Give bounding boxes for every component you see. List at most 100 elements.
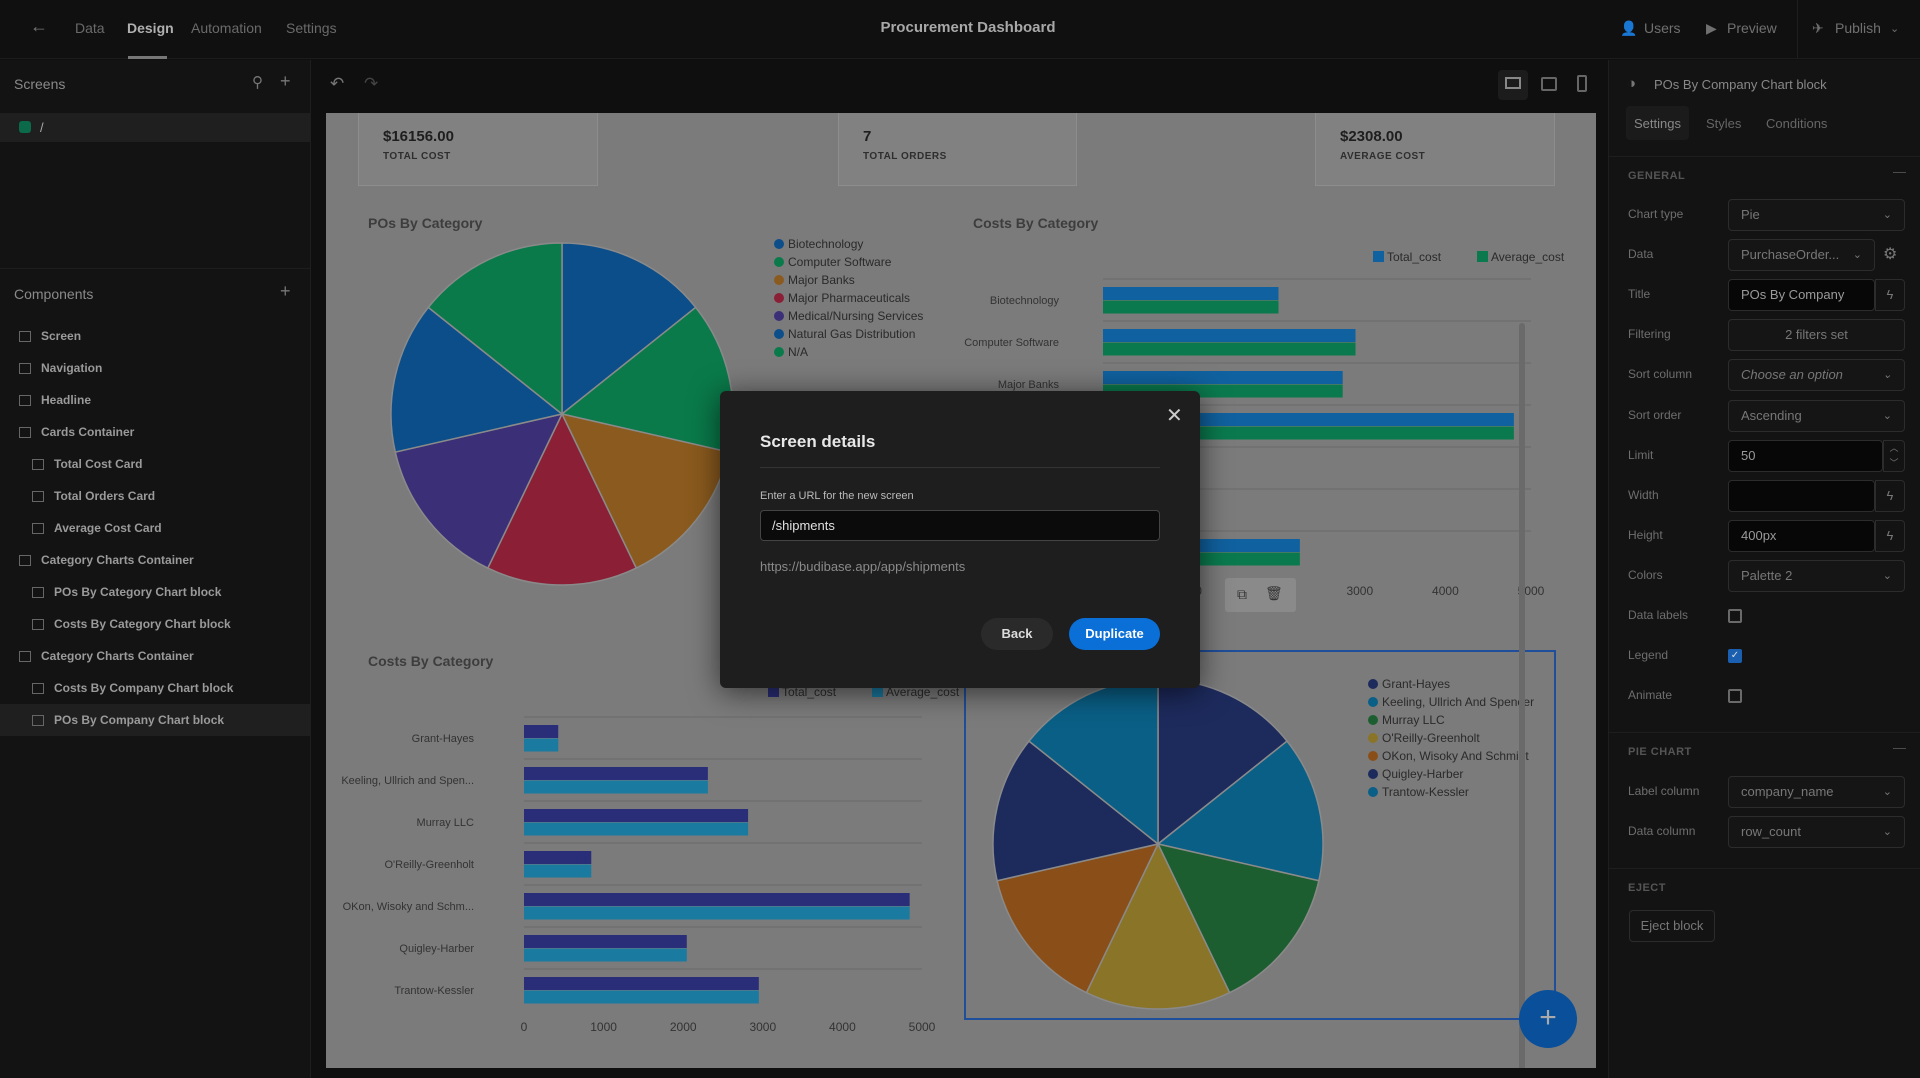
width-input[interactable] bbox=[1728, 479, 1875, 512]
back-button[interactable]: Back bbox=[981, 618, 1053, 650]
bar[interactable] bbox=[524, 767, 708, 780]
publish-button[interactable]: Publish bbox=[1835, 20, 1881, 36]
tab-styles[interactable]: Styles bbox=[1706, 116, 1741, 131]
bar[interactable] bbox=[524, 809, 749, 822]
stepper-down-icon[interactable]: ﹀ bbox=[1889, 458, 1898, 468]
close-icon[interactable]: ✕ bbox=[1166, 403, 1183, 428]
collapse-icon[interactable]: — bbox=[1893, 740, 1906, 755]
chevron-down-icon: ⌄ bbox=[1852, 249, 1862, 262]
component-item[interactable]: Screen bbox=[0, 320, 310, 352]
tablet-icon[interactable] bbox=[1541, 77, 1557, 91]
component-item[interactable]: Costs By Category Chart block bbox=[0, 608, 310, 640]
bar[interactable] bbox=[1103, 300, 1279, 314]
binding-lightning-icon[interactable]: ϟ bbox=[1875, 479, 1905, 512]
sort-column-select[interactable]: Choose an option ⌄ bbox=[1728, 359, 1905, 392]
stepper-up-icon[interactable]: ︿ bbox=[1889, 443, 1898, 453]
trash-icon[interactable]: 🗑 bbox=[1265, 585, 1283, 602]
filtering-button[interactable]: 2 filters set bbox=[1728, 319, 1905, 352]
data-label: Data bbox=[1628, 247, 1654, 262]
duplicate-icon[interactable]: ⧉ bbox=[1237, 586, 1247, 603]
component-item[interactable]: Costs By Company Chart block bbox=[0, 672, 310, 704]
component-item[interactable]: Category Charts Container bbox=[0, 640, 310, 672]
binding-lightning-icon[interactable]: ϟ bbox=[1875, 519, 1905, 552]
bar[interactable] bbox=[1103, 342, 1356, 356]
block-toolbar: ⧉ 🗑 bbox=[1225, 578, 1296, 612]
colors-select[interactable]: Palette 2 ⌄ bbox=[1728, 559, 1905, 592]
bar[interactable] bbox=[524, 948, 687, 962]
add-component-icon[interactable]: + bbox=[280, 281, 291, 302]
component-item[interactable]: Category Charts Container bbox=[0, 544, 310, 576]
bar[interactable] bbox=[524, 851, 592, 864]
chart-block-icon: ◑ bbox=[1627, 75, 1637, 92]
bar[interactable] bbox=[524, 906, 910, 920]
preview-button[interactable]: Preview bbox=[1727, 20, 1777, 36]
label-column-select[interactable]: company_name ⌄ bbox=[1728, 776, 1905, 808]
component-item[interactable]: Navigation bbox=[0, 352, 310, 384]
limit-input[interactable]: 50 bbox=[1728, 439, 1883, 472]
limit-stepper[interactable]: ︿ ﹀ bbox=[1883, 439, 1905, 472]
component-item[interactable]: Cards Container bbox=[0, 416, 310, 448]
control-value: company_name bbox=[1741, 784, 1834, 799]
desktop-view-button[interactable] bbox=[1498, 70, 1528, 100]
component-item[interactable]: Headline bbox=[0, 384, 310, 416]
mobile-icon[interactable] bbox=[1577, 75, 1587, 92]
redo-icon[interactable]: ↷ bbox=[364, 74, 378, 94]
height-input[interactable]: 400px bbox=[1728, 519, 1875, 552]
users-button[interactable]: Users bbox=[1644, 20, 1681, 36]
screen-item[interactable]: / bbox=[0, 113, 310, 142]
data-column-select[interactable]: row_count ⌄ bbox=[1728, 816, 1905, 848]
component-item[interactable]: POs By Company Chart block bbox=[0, 704, 310, 736]
bar[interactable] bbox=[1103, 371, 1343, 384]
tab-design[interactable]: Design bbox=[127, 20, 174, 36]
bar[interactable] bbox=[524, 822, 749, 836]
bar[interactable] bbox=[1103, 329, 1356, 342]
tab-data[interactable]: Data bbox=[75, 20, 105, 36]
legend-marker bbox=[774, 257, 784, 267]
data-column-label: Data column bbox=[1628, 824, 1696, 838]
sort-order-select[interactable]: Ascending ⌄ bbox=[1728, 399, 1905, 432]
category-label: Computer Software bbox=[964, 337, 1059, 349]
component-item[interactable]: Average Cost Card bbox=[0, 512, 310, 544]
gear-icon[interactable]: ⚙ bbox=[1883, 244, 1897, 264]
undo-icon[interactable]: ↶ bbox=[330, 74, 344, 94]
users-icon: 👤 bbox=[1620, 20, 1638, 36]
data-select[interactable]: PurchaseOrder... ⌄ bbox=[1728, 239, 1875, 272]
bar[interactable] bbox=[524, 738, 559, 752]
bar[interactable] bbox=[524, 780, 708, 794]
component-item[interactable]: Total Cost Card bbox=[0, 448, 310, 480]
data-labels-checkbox[interactable] bbox=[1728, 609, 1742, 623]
back-arrow-icon[interactable]: ← bbox=[30, 16, 48, 37]
tab-settings-panel[interactable]: Settings bbox=[1626, 106, 1689, 140]
bar[interactable] bbox=[524, 725, 559, 738]
component-item[interactable]: POs By Category Chart block bbox=[0, 576, 310, 608]
screens-header: Screens bbox=[14, 76, 66, 92]
filtering-label: Filtering bbox=[1628, 327, 1671, 342]
bar[interactable] bbox=[524, 990, 759, 1004]
control-value: Palette 2 bbox=[1741, 567, 1793, 583]
bar[interactable] bbox=[1103, 287, 1279, 300]
chevron-down-icon[interactable]: ⌄ bbox=[1890, 22, 1899, 35]
legend-checkbox[interactable]: ✓ bbox=[1728, 649, 1742, 664]
add-component-fab[interactable]: + bbox=[1519, 990, 1577, 1048]
bar[interactable] bbox=[524, 864, 592, 878]
add-screen-icon[interactable]: + bbox=[280, 71, 291, 92]
component-item[interactable]: Total Orders Card bbox=[0, 480, 310, 512]
bar[interactable] bbox=[524, 893, 910, 906]
canvas-scrollbar[interactable] bbox=[1519, 323, 1525, 1068]
width-label: Width bbox=[1628, 487, 1659, 502]
search-icon[interactable]: ⚲ bbox=[252, 73, 263, 91]
animate-checkbox[interactable] bbox=[1728, 689, 1742, 704]
tab-conditions[interactable]: Conditions bbox=[1766, 116, 1827, 131]
title-input[interactable]: POs By Company bbox=[1728, 279, 1875, 312]
chart-type-select[interactable]: Pie ⌄ bbox=[1728, 199, 1905, 231]
tab-settings[interactable]: Settings bbox=[286, 20, 337, 36]
duplicate-button[interactable]: Duplicate bbox=[1069, 618, 1160, 650]
eject-block-button[interactable]: Eject block bbox=[1629, 910, 1715, 942]
bar[interactable] bbox=[524, 935, 687, 948]
bar[interactable] bbox=[524, 977, 759, 990]
pie-chart-section-header: PIE CHART bbox=[1628, 746, 1692, 758]
url-input[interactable]: /shipments bbox=[760, 510, 1160, 541]
collapse-icon[interactable]: — bbox=[1893, 164, 1906, 179]
tab-automation[interactable]: Automation bbox=[191, 20, 262, 36]
binding-lightning-icon[interactable]: ϟ bbox=[1875, 279, 1905, 312]
